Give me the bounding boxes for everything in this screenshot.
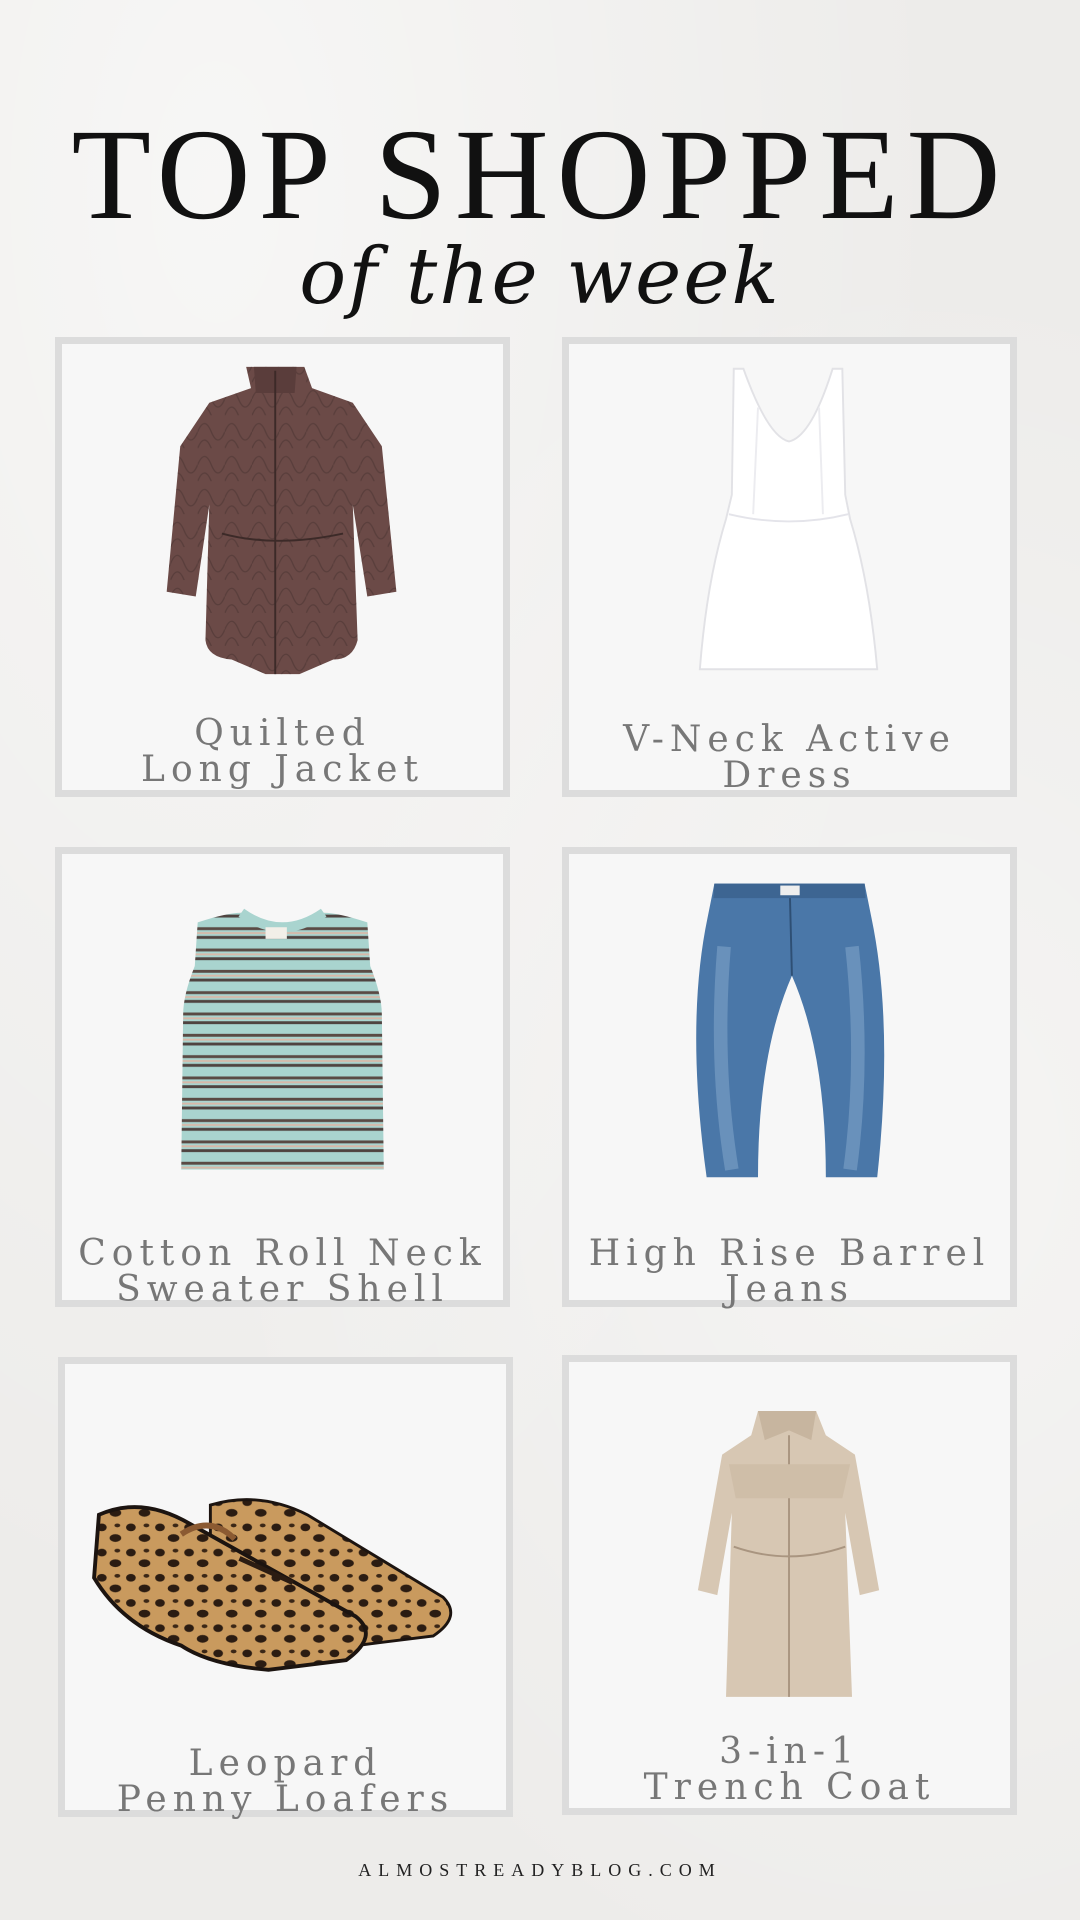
product-label: Leopard Penny Loafers [116,1743,455,1820]
collage-page: TOP SHOPPED of the week Quilted Long Jack… [0,0,1080,1920]
page-subtitle: of the week [299,232,781,322]
product-label: 3-in-1 Trench Coat [643,1731,936,1808]
product-card-trench-coat[interactable]: 3-in-1 Trench Coat [562,1355,1017,1815]
white-dress-image [698,367,879,671]
product-card-quilted-jacket[interactable]: Quilted Long Jacket [55,337,510,797]
quilted-jacket-image [166,366,397,675]
product-label: Cotton Roll Neck Sweater Shell [78,1233,487,1310]
product-label: High Rise Barrel Jeans [588,1233,991,1310]
barrel-jeans-image [696,883,885,1178]
product-card-active-dress[interactable]: V-Neck Active Dress [562,337,1017,797]
product-card-sweater-shell[interactable]: Cotton Roll Neck Sweater Shell [55,847,510,1310]
product-card-barrel-jeans[interactable]: High Rise Barrel Jeans [562,847,1017,1310]
page-title: TOP SHOPPED [71,103,1009,247]
product-label: Quilted Long Jacket [141,713,424,790]
leopard-loafers-image [92,1498,453,1672]
footer-site-link[interactable]: ALMOSTREADYBLOG.COM [0,1860,1080,1881]
striped-sweater-image [181,908,384,1170]
trench-coat-image [697,1411,880,1697]
product-label: V-Neck Active Dress [623,719,956,796]
product-card-leopard-loafers[interactable]: Leopard Penny Loafers [58,1357,513,1820]
